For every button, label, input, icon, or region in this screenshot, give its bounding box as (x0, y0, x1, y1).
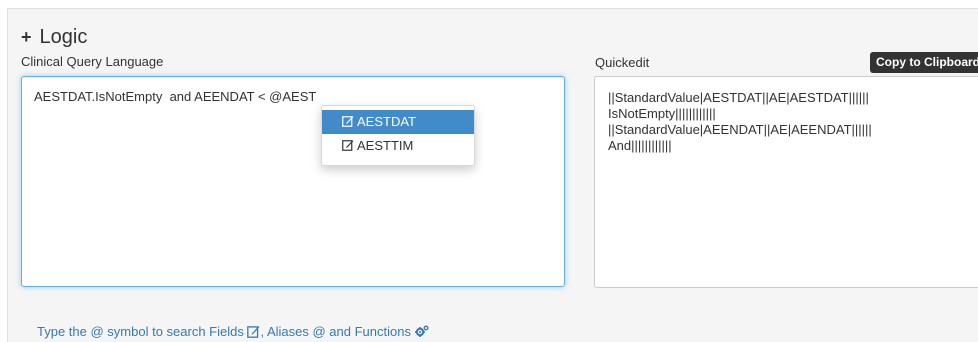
quickedit-line: And|||||||||||| (608, 138, 672, 153)
cql-editor[interactable]: AESTDAT.IsNotEmpty and AEENDAT < @AEST (21, 76, 565, 287)
section-title: Logic (39, 26, 88, 48)
quickedit-textarea[interactable]: ||StandardValue|AESTDAT||AE|AESTDAT|||||… (594, 76, 978, 288)
hint-text-part2: , Aliases @ and Functions (260, 324, 415, 339)
edit-icon (342, 140, 354, 151)
autocomplete-item-label: AESTTIM (357, 138, 414, 153)
cql-label: Clinical Query Language (21, 54, 164, 69)
quickedit-line: IsNotEmpty|||||||||||| (608, 106, 716, 121)
edit-icon (342, 116, 354, 127)
hint-text-part1: Type the @ symbol to search Fields (37, 324, 248, 339)
cql-query-text[interactable]: AESTDAT.IsNotEmpty and AEENDAT < @AEST (34, 89, 316, 105)
logic-panel: + Logic Clinical Query Language AESTDAT.I… (7, 8, 978, 342)
copy-to-clipboard-button[interactable]: Copy to Clipboard (870, 52, 978, 73)
expand-toggle[interactable]: + (21, 27, 32, 47)
autocomplete-item-aesttim[interactable]: AESTTIM (322, 134, 474, 158)
quickedit-content: ||StandardValue|AESTDAT||AE|AESTDAT|||||… (608, 90, 872, 154)
help-hint: Type the @ symbol to search Fields , Ali… (37, 324, 429, 340)
logic-section-header[interactable]: + Logic (21, 25, 87, 49)
autocomplete-dropdown: AESTDAT AESTTIM (321, 105, 475, 166)
quickedit-label: Quickedit (595, 55, 650, 70)
autocomplete-item-aestdat[interactable]: AESTDAT (322, 110, 474, 134)
edit-icon (247, 326, 260, 338)
quickedit-line: ||StandardValue|AESTDAT||AE|AESTDAT|||||… (608, 90, 869, 105)
cogs-icon (414, 325, 429, 337)
quickedit-line: ||StandardValue|AEENDAT||AE|AEENDAT|||||… (608, 122, 872, 137)
autocomplete-item-label: AESTDAT (357, 114, 416, 129)
